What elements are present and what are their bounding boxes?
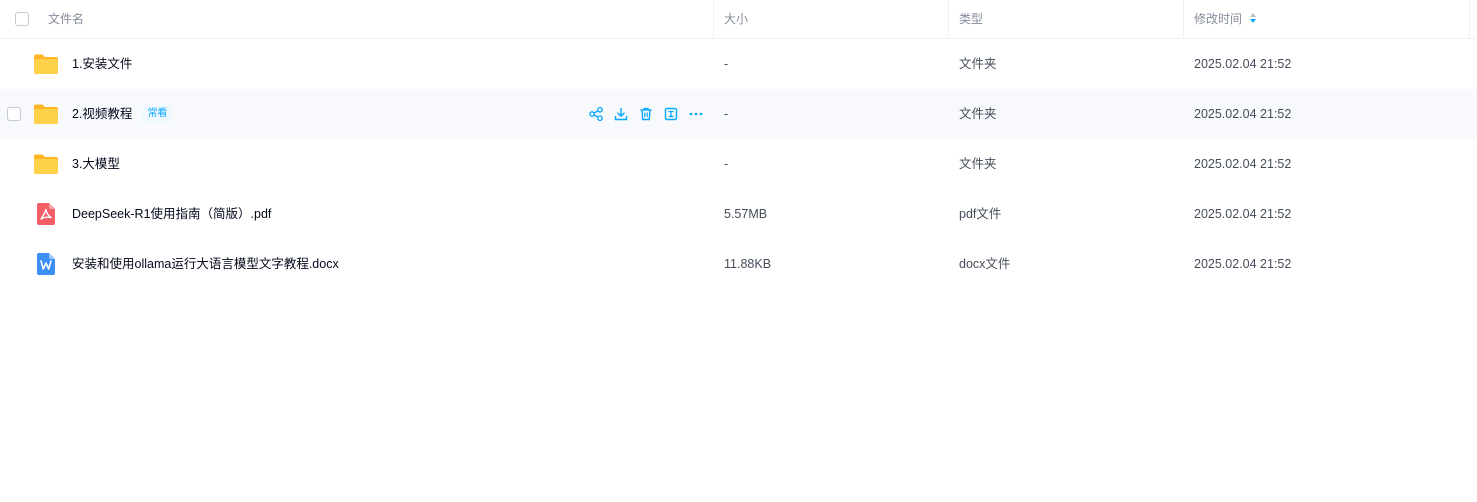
folder-icon <box>34 54 58 74</box>
file-modified: 2025.02.04 21:52 <box>1194 207 1292 221</box>
table-row[interactable]: 2.视频教程 常看 - 文件夹 2025.02.04 21:52 <box>0 89 1477 139</box>
file-size: - <box>724 107 729 121</box>
table-row[interactable]: 1.安装文件 - 文件夹 2025.02.04 21:52 <box>0 39 1477 89</box>
row-actions <box>588 89 708 139</box>
table-header: 文件名 大小 类型 修改时间 <box>0 0 1477 39</box>
file-type: 文件夹 <box>959 57 997 71</box>
download-icon[interactable] <box>613 106 629 122</box>
column-divider[interactable] <box>1183 0 1184 38</box>
file-name[interactable]: 安装和使用ollama运行大语言模型文字教程.docx <box>72 239 339 289</box>
folder-icon <box>34 104 58 124</box>
file-type: 文件夹 <box>959 157 997 171</box>
table-row[interactable]: DeepSeek-R1使用指南（简版）.pdf 5.57MB pdf文件 202… <box>0 189 1477 239</box>
header-size[interactable]: 大小 <box>724 0 748 38</box>
delete-icon[interactable] <box>638 106 654 122</box>
select-all-checkbox[interactable] <box>15 12 29 26</box>
file-table: 文件名 大小 类型 修改时间 1.安装文件 - 文件夹 2025.02.04 2… <box>0 0 1477 502</box>
header-modified-label: 修改时间 <box>1194 12 1243 26</box>
file-size: - <box>724 57 729 71</box>
share-icon[interactable] <box>588 106 604 122</box>
column-divider[interactable] <box>948 0 949 38</box>
table-row[interactable]: 安装和使用ollama运行大语言模型文字教程.docx 11.88KB docx… <box>0 239 1477 289</box>
docx-file-icon <box>37 253 55 275</box>
file-size: 11.88KB <box>724 257 772 271</box>
file-modified: 2025.02.04 21:52 <box>1194 257 1292 271</box>
frequent-tag: 常看 <box>142 105 173 122</box>
file-type: pdf文件 <box>959 207 1002 221</box>
file-modified: 2025.02.04 21:52 <box>1194 57 1292 71</box>
pdf-file-icon <box>37 203 55 225</box>
file-name[interactable]: 3.大模型 <box>72 139 120 189</box>
file-type: 文件夹 <box>959 107 997 121</box>
header-modified[interactable]: 修改时间 <box>1194 0 1258 38</box>
file-name-cell: 2.视频教程 常看 <box>72 89 173 139</box>
file-modified: 2025.02.04 21:52 <box>1194 157 1292 171</box>
file-type: docx文件 <box>959 257 1011 271</box>
column-divider[interactable] <box>1469 0 1470 38</box>
row-checkbox[interactable] <box>7 107 21 121</box>
file-name[interactable]: DeepSeek-R1使用指南（简版）.pdf <box>72 189 271 239</box>
rename-icon[interactable] <box>663 106 679 122</box>
table-row[interactable]: 3.大模型 - 文件夹 2025.02.04 21:52 <box>0 139 1477 189</box>
file-name[interactable]: 1.安装文件 <box>72 39 132 89</box>
header-type[interactable]: 类型 <box>959 0 983 38</box>
file-size: 5.57MB <box>724 207 768 221</box>
header-name[interactable]: 文件名 <box>48 0 84 38</box>
file-modified: 2025.02.04 21:52 <box>1194 107 1292 121</box>
more-icon[interactable] <box>688 106 704 122</box>
file-size: - <box>724 157 729 171</box>
column-divider[interactable] <box>713 0 714 38</box>
folder-icon <box>34 154 58 174</box>
file-name[interactable]: 2.视频教程 <box>72 107 132 121</box>
sort-icon[interactable] <box>1250 12 1258 25</box>
